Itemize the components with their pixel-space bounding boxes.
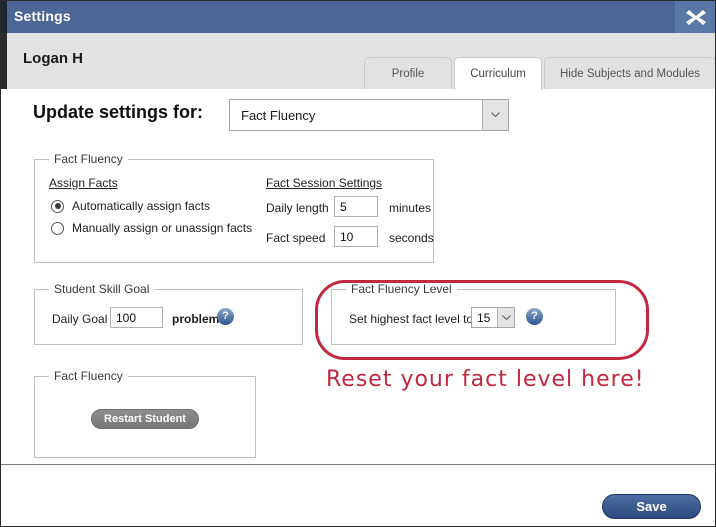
restart-student-button[interactable]: Restart Student [91, 409, 199, 429]
subject-select-value: Fact Fluency [241, 108, 316, 123]
question-mark-glyph: ? [531, 310, 538, 322]
tab-curriculum-label: Curriculum [470, 68, 526, 80]
daily-goal-input[interactable] [110, 307, 163, 328]
chevron-down-icon [491, 112, 500, 117]
close-icon[interactable] [675, 1, 715, 33]
fact-speed-unit: seconds [389, 231, 434, 245]
student-skill-goal-group: Student Skill Goal Daily Goal problems ? [34, 282, 303, 345]
daily-goal-label: Daily Goal [52, 312, 108, 326]
tab-hide-subjects-and-modules[interactable]: Hide Subjects and Modules [544, 57, 715, 89]
fact-fluency-group: Fact Fluency Assign Facts Automatically … [34, 152, 434, 263]
fact-session-settings-heading: Fact Session Settings [266, 176, 383, 190]
fact-level-arrow-box [497, 308, 514, 327]
window-title: Settings [14, 8, 71, 24]
radio-manual-assign-button[interactable] [51, 221, 64, 235]
save-button[interactable]: Save [602, 494, 701, 519]
fact-level-select-value: 15 [477, 311, 491, 325]
close-x-glyph [686, 10, 706, 25]
update-settings-label: Update settings for: [33, 102, 204, 122]
title-bar: Settings [1, 1, 715, 33]
question-mark-icon[interactable]: ? [217, 308, 234, 325]
radio-auto-assign-label: Automatically assign facts [72, 199, 211, 213]
fact-fluency-level-group: Fact Fluency Level Set highest fact leve… [331, 282, 616, 345]
tab-profile[interactable]: Profile [364, 57, 452, 89]
tab-profile-label: Profile [391, 67, 425, 80]
header-left-edge [1, 33, 7, 89]
fact-speed-input[interactable] [334, 226, 378, 247]
assign-facts-heading: Assign Facts [49, 176, 118, 190]
settings-window: Settings Logan H Profile Curriculum Hide… [0, 0, 716, 527]
fact-fluency-restart-legend: Fact Fluency [49, 369, 128, 383]
fact-level-select[interactable]: 15 [471, 307, 515, 328]
fact-fluency-level-legend: Fact Fluency Level [346, 282, 457, 296]
subject-select[interactable]: Fact Fluency [229, 99, 509, 131]
tab-curriculum[interactable]: Curriculum [454, 57, 542, 90]
tab-hide-subjects-label: Hide Subjects and Modules [560, 67, 700, 80]
radio-auto-assign-button[interactable] [51, 199, 64, 213]
subject-select-arrow-box [482, 100, 508, 130]
radio-manual-assign[interactable]: Manually assign or unassign facts [51, 221, 252, 235]
set-highest-fact-level-label: Set highest fact level to [349, 312, 474, 326]
annotation-text: Reset your fact level here! [326, 367, 645, 392]
daily-length-unit: minutes [389, 201, 432, 215]
chevron-down-icon [501, 314, 511, 320]
fact-speed-label: Fact speed [266, 231, 326, 245]
question-mark-glyph: ? [222, 310, 229, 322]
student-skill-goal-legend: Student Skill Goal [49, 282, 155, 296]
question-mark-icon[interactable]: ? [526, 308, 543, 325]
title-bar-left-edge [1, 1, 7, 33]
radio-manual-assign-label: Manually assign or unassign facts [72, 221, 253, 235]
radio-auto-assign[interactable]: Automatically assign facts [51, 199, 210, 213]
daily-length-label: Daily length [266, 201, 329, 215]
daily-length-input[interactable] [334, 196, 378, 217]
fact-fluency-legend: Fact Fluency [49, 152, 128, 166]
student-name: Logan H [23, 50, 83, 67]
